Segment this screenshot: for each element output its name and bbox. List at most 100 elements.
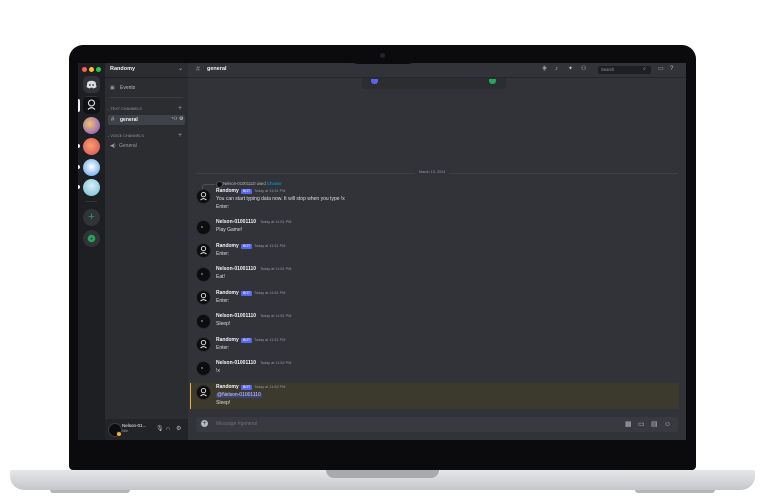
message-author[interactable]: Randomy — [216, 291, 239, 296]
camera-icon — [380, 53, 385, 58]
avatar[interactable] — [196, 337, 211, 352]
message-author[interactable]: Nelson-01001110 — [216, 220, 256, 225]
close-window-button[interactable] — [82, 67, 87, 72]
message-text: Enter: — [216, 298, 230, 304]
speaker-icon: ◀) — [110, 143, 116, 149]
channel-item-general[interactable]: # general ⁺⚇ ⚙ — [108, 115, 185, 125]
maximize-window-button[interactable] — [96, 67, 101, 72]
avatar[interactable] — [196, 290, 211, 305]
previous-embed — [362, 78, 506, 89]
voice-channels-header[interactable]: ⌄ VOICE CHANNELS — [107, 134, 144, 139]
notification-bell-icon[interactable]: ♪ — [555, 66, 558, 72]
user-settings-icon[interactable]: ⚙ — [176, 426, 181, 432]
discord-logo-icon — [86, 80, 97, 89]
bot-badge: BOT — [241, 244, 253, 249]
message-text: You can start typing data now. It will s… — [216, 196, 345, 202]
invite-icon[interactable]: ⁺⚇ — [171, 116, 177, 122]
server-name: Randomy — [110, 66, 136, 72]
server-randomy-icon[interactable] — [83, 97, 100, 114]
avatar[interactable] — [196, 189, 211, 204]
gift-icon[interactable]: ▦ — [625, 421, 632, 428]
bot-badge: BOT — [241, 189, 253, 194]
selected-server-indicator — [78, 99, 80, 112]
avatar[interactable] — [108, 423, 122, 437]
message-time: Today at 11:51 PM — [254, 244, 286, 248]
server-icon-4[interactable] — [83, 159, 100, 176]
hash-icon: # — [196, 66, 200, 73]
discord-window: + Randomy ⌄ ▣ Events ⌄ TEXT CHANNELS + #… — [78, 63, 686, 440]
avatar[interactable]: x — [196, 267, 211, 282]
server-icon-3[interactable] — [83, 138, 100, 155]
search-icon: ⌕ — [643, 66, 646, 72]
add-server-icon[interactable]: + — [83, 209, 100, 226]
inbox-icon[interactable]: ▭ — [658, 66, 664, 72]
settings-gear-icon[interactable]: ⚙ — [179, 117, 183, 122]
voice-channel-name: General — [119, 143, 137, 149]
message-author[interactable]: Nelson-01001110 — [216, 314, 256, 319]
text-channels-header[interactable]: ⌄ TEXT CHANNELS — [107, 107, 142, 112]
message-time: Today at 11:51 PM — [254, 338, 286, 342]
member-list-icon[interactable]: ⚇ — [581, 66, 586, 72]
message-author[interactable]: Randomy — [216, 189, 239, 194]
server-rail: + — [78, 63, 105, 440]
direct-messages-button[interactable] — [83, 76, 100, 93]
user-status: Idle — [122, 429, 129, 433]
laptop-foot-left — [50, 490, 130, 493]
minimize-window-button[interactable] — [89, 67, 94, 72]
message-text: Enter: — [216, 251, 230, 257]
message-author[interactable]: Nelson-01001110 — [216, 361, 256, 366]
explore-servers-icon[interactable] — [83, 230, 100, 247]
user-name: Nelson-01... — [122, 423, 147, 428]
message-text: Enter: — [216, 345, 230, 351]
threads-icon[interactable]: ⋕ — [542, 66, 547, 72]
message-time: Today at 11:51 PM — [254, 189, 286, 193]
laptop-foot-right — [635, 490, 715, 493]
sticker-icon[interactable]: ▤ — [651, 421, 658, 428]
bot-badge: BOT — [241, 385, 253, 390]
avatar[interactable]: x — [196, 361, 211, 376]
user-panel: Nelson-01... Idle 🎙︎ ∩ ⚙ — [105, 419, 188, 440]
date-divider: March 13, 2024 — [415, 170, 450, 175]
channel-title: general — [207, 66, 227, 72]
channel-sidebar: Randomy ⌄ ▣ Events ⌄ TEXT CHANNELS + # g… — [105, 63, 188, 440]
message-composer[interactable]: + Message #general ▦ ▭ ▤ ☺ — [196, 417, 678, 432]
add-voice-channel-icon[interactable]: + — [178, 132, 182, 139]
avatar[interactable] — [196, 243, 211, 258]
help-icon[interactable]: ? — [670, 66, 673, 72]
message-author[interactable]: Randomy — [216, 385, 239, 390]
headphones-icon[interactable]: ∩ — [166, 426, 170, 432]
search-input[interactable]: Search ⌕ — [598, 66, 651, 74]
avatar[interactable]: x — [196, 220, 211, 235]
message-time: Today at 11:51 PM — [260, 314, 292, 318]
reply-command: /choose — [266, 181, 282, 186]
avatar[interactable]: x — [196, 314, 211, 329]
chevron-down-icon: ⌄ — [178, 66, 184, 72]
message-author[interactable]: Randomy — [216, 244, 239, 249]
server-header[interactable]: Randomy ⌄ — [105, 63, 188, 78]
message-text: Enter: — [216, 204, 230, 210]
message-author[interactable]: Randomy — [216, 338, 239, 343]
hash-icon: # — [111, 117, 115, 123]
gif-icon[interactable]: ▭ — [638, 421, 645, 428]
unread-indicator — [78, 165, 80, 169]
emoji-icon[interactable]: ☺ — [664, 421, 671, 428]
message-time: Today at 11:52 PM — [254, 385, 286, 389]
pin-icon[interactable]: ✦ — [568, 66, 573, 72]
user-mention[interactable]: @Nelson-01001110 — [216, 393, 262, 398]
server-icon-2[interactable] — [83, 117, 100, 134]
events-label: Events — [120, 85, 136, 91]
message-time: Today at 11:51 PM — [260, 267, 292, 271]
add-channel-icon[interactable]: + — [178, 105, 182, 112]
message-time: Today at 11:51 PM — [254, 291, 286, 295]
add-attachment-icon[interactable]: + — [201, 420, 208, 427]
search-placeholder: Search — [601, 67, 615, 72]
message-author[interactable]: Nelson-01001110 — [216, 267, 256, 272]
unread-indicator — [78, 144, 80, 148]
message-time: Today at 11:51 PM — [260, 220, 292, 224]
message-text: Sleep! — [216, 400, 231, 406]
microphone-icon[interactable]: 🎙︎ — [156, 426, 164, 432]
server-icon-5[interactable] — [83, 179, 100, 196]
message-text: Sleep! — [216, 321, 231, 327]
channel-name: general — [120, 117, 138, 123]
avatar[interactable] — [196, 385, 211, 400]
